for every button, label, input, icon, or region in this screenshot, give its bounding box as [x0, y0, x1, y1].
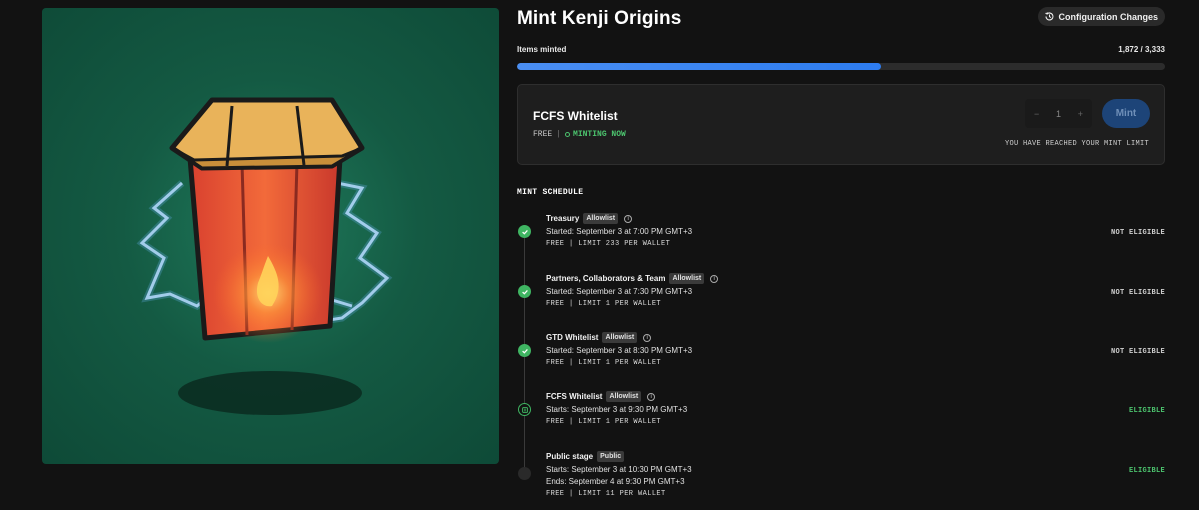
mint-button[interactable]: Mint	[1102, 99, 1150, 128]
schedule-item-tag: Allowlist	[602, 332, 638, 343]
schedule-item-time: Starts: September 3 at 9:30 PM GMT+3	[546, 405, 688, 414]
info-icon[interactable]: i	[624, 214, 633, 223]
current-stage-card: FCFS Whitelist FREE | MINTING NOW − 1 + …	[517, 84, 1165, 165]
schedule-item-name: Public stage	[546, 452, 594, 461]
schedule-item-name: FCFS Whitelist	[546, 392, 603, 401]
schedule-item-tag: Allowlist	[583, 213, 619, 224]
schedule-item-time: Starts: September 3 at 10:30 PM GMT+3	[546, 465, 692, 474]
upcoming-stage-icon	[518, 467, 531, 480]
history-icon	[1044, 12, 1053, 21]
stage-active-icon	[521, 406, 528, 413]
mint-progress-bar	[517, 63, 1165, 70]
schedule-item-terms: FREE | LIMIT 233 PER WALLET	[546, 240, 671, 248]
schedule-item-terms: FREE | LIMIT 1 PER WALLET	[546, 359, 662, 367]
collection-artwork	[42, 8, 499, 464]
mint-limit-note: YOU HAVE REACHED YOUR MINT LIMIT	[1004, 140, 1149, 148]
schedule-item-eligibility: ELIGIBLE	[1128, 407, 1165, 415]
schedule-item-tag: Allowlist	[606, 391, 642, 402]
schedule-item-header: GTD Whitelist Allowlist i	[546, 332, 652, 343]
current-stage-price: FREE	[533, 130, 553, 139]
schedule-item-terms: FREE | LIMIT 1 PER WALLET	[546, 418, 662, 426]
schedule-item-end-time: Ends: September 4 at 9:30 PM GMT+3	[546, 477, 685, 486]
completed-stage-icon	[518, 285, 531, 298]
quantity-value[interactable]: 1	[1056, 109, 1061, 119]
schedule-item-name: GTD Whitelist	[546, 333, 599, 342]
schedule-item-header: Public stage Public	[546, 451, 625, 462]
schedule-item-name: Treasury	[546, 214, 580, 223]
mint-schedule-title: MINT SCHEDULE	[517, 188, 584, 197]
schedule-item-header: Partners, Collaborators & Team Allowlist i	[546, 273, 719, 284]
schedule-item-header: Treasury Allowlist i	[546, 213, 633, 224]
live-dot-icon	[565, 132, 571, 137]
current-stage-name: FCFS Whitelist	[533, 109, 618, 123]
collection-title: Mint Kenji Origins	[517, 8, 682, 29]
items-minted-count: 1,872 / 3,333	[1118, 45, 1165, 54]
info-icon[interactable]: i	[647, 392, 656, 401]
schedule-item-terms: FREE | LIMIT 1 PER WALLET	[546, 300, 662, 308]
check-icon	[521, 229, 528, 235]
items-minted-label: Items minted	[517, 45, 567, 54]
active-stage-icon	[518, 403, 531, 416]
current-stage-meta: FREE | MINTING NOW	[533, 130, 626, 139]
info-icon[interactable]: i	[643, 333, 652, 342]
schedule-item-tag: Public	[597, 451, 625, 462]
schedule-item-terms: FREE | LIMIT 11 PER WALLET	[546, 490, 666, 498]
schedule-item-time: Started: September 3 at 7:00 PM GMT+3	[546, 227, 693, 236]
mint-panel: Mint Kenji Origins Configuration Changes…	[517, 0, 1165, 510]
minting-status-label: MINTING NOW	[573, 130, 626, 139]
mint-progress-fill	[517, 63, 881, 70]
schedule-item-header: FCFS Whitelist Allowlist i	[546, 391, 656, 402]
configuration-changes-label: Configuration Changes	[1058, 11, 1159, 22]
schedule-item-eligibility: NOT ELIGIBLE	[1110, 348, 1165, 356]
increment-button[interactable]: +	[1078, 109, 1083, 119]
schedule-item-time: Started: September 3 at 8:30 PM GMT+3	[546, 346, 693, 355]
schedule-item-time: Started: September 3 at 7:30 PM GMT+3	[546, 287, 693, 296]
meta-separator: |	[556, 130, 562, 139]
completed-stage-icon	[518, 344, 531, 357]
quantity-stepper: − 1 +	[1025, 99, 1092, 128]
minting-status: MINTING NOW	[565, 130, 626, 139]
check-icon	[521, 348, 528, 354]
schedule-item-tag: Allowlist	[669, 273, 705, 284]
completed-stage-icon	[518, 225, 531, 238]
schedule-item-eligibility: ELIGIBLE	[1128, 467, 1165, 475]
configuration-changes-button[interactable]: Configuration Changes	[1037, 7, 1165, 26]
paper-lantern-artwork	[136, 97, 393, 415]
schedule-item-eligibility: NOT ELIGIBLE	[1110, 289, 1165, 297]
info-icon[interactable]: i	[710, 274, 719, 283]
decrement-button[interactable]: −	[1034, 109, 1039, 119]
schedule-item-name: Partners, Collaborators & Team	[546, 274, 666, 283]
check-icon	[521, 289, 528, 295]
schedule-item-eligibility: NOT ELIGIBLE	[1110, 229, 1165, 237]
